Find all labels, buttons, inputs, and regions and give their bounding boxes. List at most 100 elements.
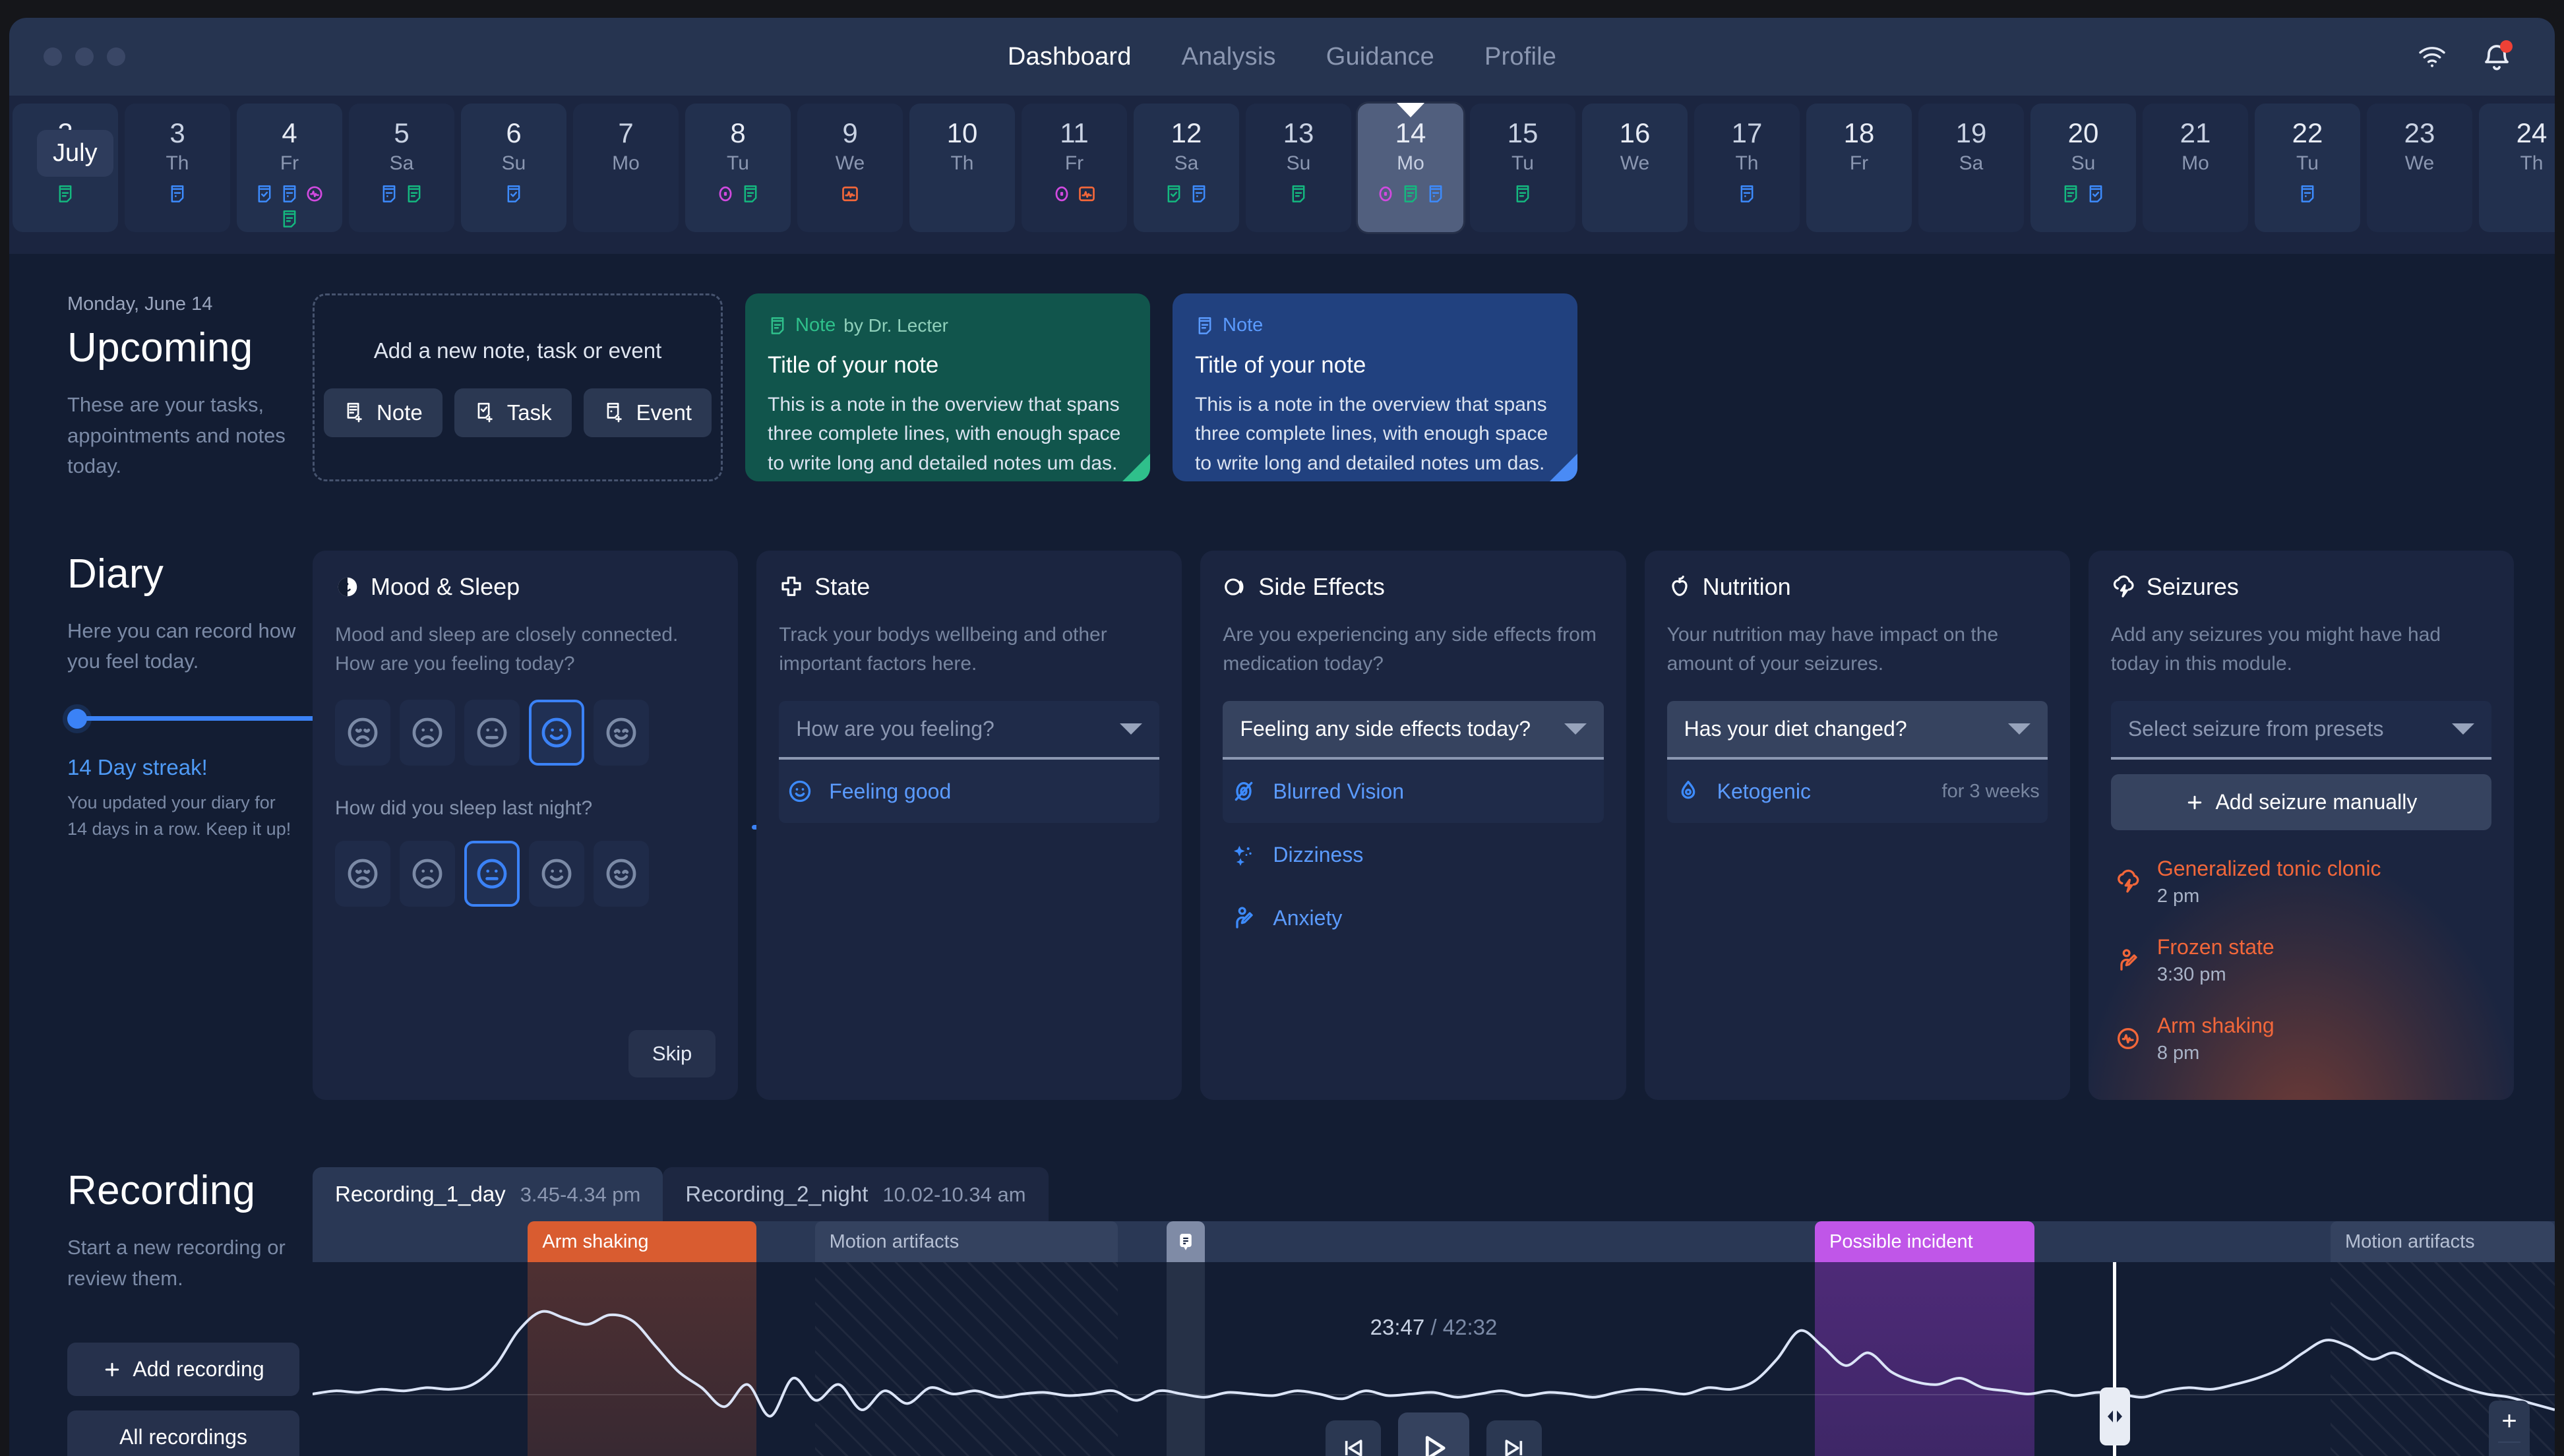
- calendar-day-10[interactable]: 10 Th: [909, 104, 1015, 232]
- calendar-day-number: 22: [2292, 117, 2323, 148]
- calendar-month-label[interactable]: July: [37, 130, 113, 177]
- annotation-possible-incident[interactable]: Possible incident: [1815, 1221, 2035, 1263]
- seizures-select[interactable]: Select seizure from presets: [2110, 701, 2492, 760]
- calendar-day-icons: [1038, 183, 1111, 205]
- nav-item-analysis[interactable]: Analysis: [1182, 43, 1276, 71]
- calendar-day-number: 10: [946, 117, 978, 148]
- calendar-day-13[interactable]: 13 Su: [1246, 104, 1351, 232]
- calendar-day-5[interactable]: 5 Sa: [349, 104, 454, 232]
- sleep-face-sad[interactable]: [400, 841, 455, 907]
- nutrition-entry-list: Ketogenic for 3 weeks: [1666, 760, 2048, 824]
- calendar-day-19[interactable]: 19 Sa: [1918, 104, 2024, 232]
- calendar-day-8[interactable]: 8 Tu: [685, 104, 791, 232]
- nav-item-profile[interactable]: Profile: [1484, 43, 1556, 71]
- seizure-entry[interactable]: Arm shaking 8 pm: [2111, 999, 2491, 1077]
- state-select[interactable]: How are you feeling?: [779, 701, 1160, 760]
- calendar-day-17[interactable]: 17 Th: [1694, 104, 1800, 232]
- side-effects-select[interactable]: Feeling any side effects today?: [1223, 701, 1604, 760]
- play-icon[interactable]: [1398, 1412, 1469, 1456]
- annotation-motion-artifacts[interactable]: Motion artifacts: [2331, 1221, 2555, 1263]
- calendar-day-icons: [1486, 183, 1559, 205]
- annotation-note-marker[interactable]: [1167, 1221, 1206, 1263]
- note-icon: [1195, 316, 1215, 336]
- chevron-down-icon: [2007, 723, 2030, 735]
- skip-button[interactable]: Skip: [628, 1030, 716, 1078]
- nutrition-entry[interactable]: Ketogenic for 3 weeks: [1666, 760, 2048, 824]
- calendar-day-21[interactable]: 21 Mo: [2143, 104, 2248, 232]
- calendar-day-3[interactable]: 3 Th: [125, 104, 230, 232]
- calendar-day-23[interactable]: 23 We: [2367, 104, 2472, 232]
- calendar-day-name: Th: [1735, 152, 1759, 174]
- note-green-icon: [278, 208, 301, 230]
- skip-back-icon[interactable]: [1326, 1420, 1381, 1456]
- apple-icon: [1667, 574, 1692, 599]
- calendar-day-7[interactable]: 7 Mo: [573, 104, 679, 232]
- note-card[interactable]: Note by Dr. Lecter Title of your note This …: [745, 293, 1150, 481]
- note-card[interactable]: Note Title of your note This is a note in …: [1173, 293, 1577, 481]
- calendar-day-22[interactable]: 22 Tu: [2255, 104, 2360, 232]
- nav-item-guidance[interactable]: Guidance: [1326, 43, 1434, 71]
- mood-face-neutral[interactable]: [464, 700, 520, 766]
- mood-face-very-sad[interactable]: [335, 700, 390, 766]
- dashboard-body: Monday, June 14 Upcoming These are your …: [9, 254, 2555, 1456]
- recording-button-add-recording[interactable]: Add recording: [67, 1343, 299, 1397]
- wifi-icon[interactable]: [2415, 40, 2449, 74]
- add-entry-card[interactable]: Add a new note, task or event Note Task Ev…: [313, 293, 723, 481]
- side-effects-entry[interactable]: Anxiety: [1223, 886, 1603, 950]
- calendar-day-18[interactable]: 18 Fr: [1806, 104, 1912, 232]
- mood-face-very-happy[interactable]: [594, 700, 649, 766]
- note-blue-icon: [278, 183, 301, 205]
- mood-face-sad[interactable]: [400, 700, 455, 766]
- add-task-button[interactable]: Task: [454, 388, 572, 437]
- seizure-bolt-icon: [2111, 574, 2136, 599]
- calendar-day-24[interactable]: 24 Th: [2479, 104, 2555, 232]
- add-seizure-manually-button[interactable]: Add seizure manually: [2110, 774, 2492, 831]
- annotation-arm-shaking[interactable]: Arm shaking: [528, 1221, 757, 1263]
- module-title: State: [814, 572, 870, 600]
- sleep-face-very-sad[interactable]: [335, 841, 390, 907]
- event-plus-icon: [603, 401, 627, 425]
- calendar-day-11[interactable]: 11 Fr: [1022, 104, 1127, 232]
- nutrition-select[interactable]: Has your diet changed?: [1666, 701, 2048, 760]
- calendar-day-9[interactable]: 9 We: [797, 104, 903, 232]
- side-effects-entry[interactable]: Dizziness: [1223, 823, 1603, 886]
- calendar-day-16[interactable]: 16 We: [1582, 104, 1688, 232]
- add-button-label: Event: [636, 400, 692, 425]
- slider-knob[interactable]: [67, 708, 87, 729]
- calendar-day-20[interactable]: 20 Su: [2030, 104, 2136, 232]
- skip-forward-icon[interactable]: [1486, 1420, 1542, 1456]
- calendar-day-icons: [2047, 183, 2120, 205]
- entry-meta: for 3 weeks: [1941, 780, 2040, 802]
- calendar-day-15[interactable]: 15 Tu: [1470, 104, 1575, 232]
- recording-button-all-recordings[interactable]: All recordings: [67, 1410, 299, 1456]
- calendar-day-name: Fr: [280, 152, 299, 174]
- sleep-face-very-happy[interactable]: [594, 841, 649, 907]
- playhead-grip[interactable]: [2099, 1387, 2130, 1446]
- zoom-out-button[interactable]: –: [2489, 1443, 2530, 1456]
- calendar-day-12[interactable]: 12 Sa: [1134, 104, 1239, 232]
- add-event-button[interactable]: Event: [583, 388, 712, 437]
- calendar-day-number: 18: [1843, 117, 1875, 148]
- annotation-motion-artifacts[interactable]: Motion artifacts: [814, 1221, 1118, 1263]
- notification-bell-icon[interactable]: [2480, 40, 2514, 74]
- sleep-face-neutral[interactable]: [464, 841, 520, 907]
- note-title: Title of your note: [1195, 352, 1366, 378]
- sleep-face-happy[interactable]: [529, 841, 584, 907]
- side-effects-entry[interactable]: Blurred Vision: [1223, 760, 1604, 824]
- recording-tab[interactable]: Recording_1_day 3.45-4.34 pm: [313, 1167, 663, 1222]
- zoom-in-button[interactable]: +: [2489, 1401, 2530, 1441]
- diary-progress-slider[interactable]: [67, 708, 347, 729]
- nav-item-dashboard[interactable]: Dashboard: [1008, 43, 1132, 71]
- note-kind: Note: [1223, 315, 1264, 336]
- state-entry[interactable]: Feeling good: [779, 760, 1160, 824]
- seizure-entry[interactable]: Frozen state 3:30 pm: [2111, 921, 2491, 999]
- waveform-track[interactable]: Arm shaking Motion artifacts Possible inci…: [313, 1221, 2555, 1456]
- calendar-day-14[interactable]: 14 Mo: [1358, 104, 1463, 232]
- recording-tab[interactable]: Recording_2_night 10.02-10.34 am: [663, 1167, 1049, 1222]
- calendar-day-4[interactable]: 4 Fr: [237, 104, 342, 232]
- seizure-entry[interactable]: Generalized tonic clonic 2 pm: [2111, 842, 2491, 921]
- playhead[interactable]: [2099, 1262, 2130, 1456]
- mood-face-happy[interactable]: [529, 700, 584, 766]
- add-note-button[interactable]: Note: [324, 388, 443, 437]
- calendar-day-6[interactable]: 6 Su: [461, 104, 566, 232]
